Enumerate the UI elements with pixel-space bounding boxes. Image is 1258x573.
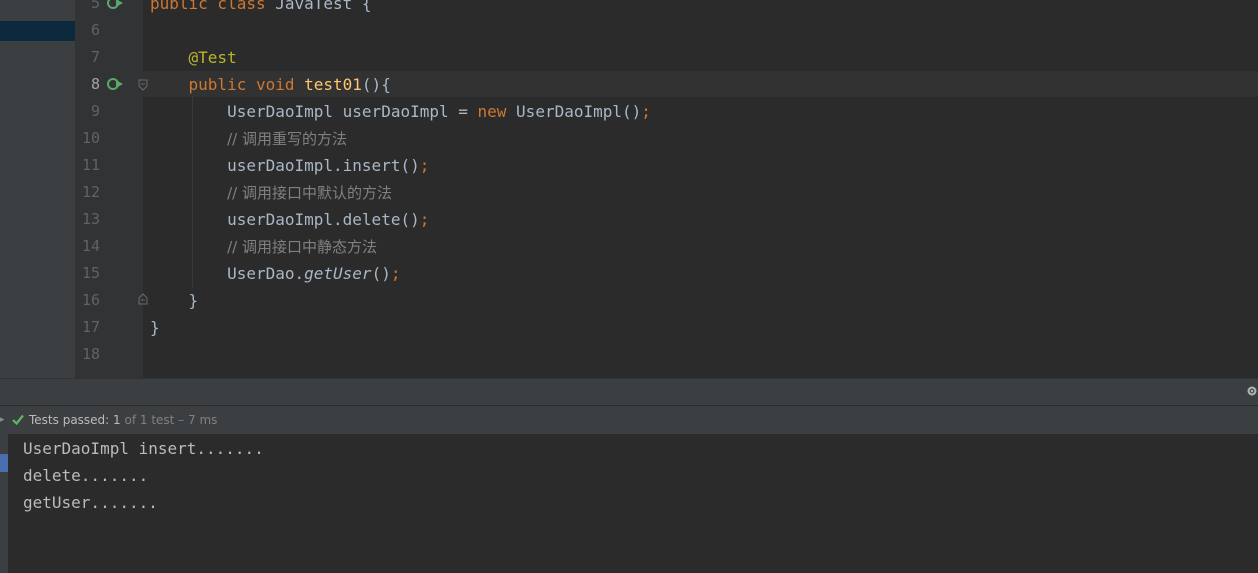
fold-end-marker-icon[interactable] (138, 293, 148, 305)
code-token: ; (390, 264, 401, 283)
line-number: 17 (81, 318, 100, 336)
code-line[interactable]: UserDao.getUser(); (150, 260, 400, 287)
code-line[interactable]: // 调用重写的方法 (150, 125, 347, 153)
code-token: (){ (361, 75, 391, 94)
code-line[interactable]: public void test01(){ (150, 71, 391, 98)
line-number: 7 (90, 48, 100, 66)
test-status-bar: ▸ Tests passed: 1 of 1 test – 7 ms (0, 405, 1258, 435)
code-token: test01 (304, 75, 362, 94)
code-token: userDaoImpl.delete() (150, 210, 420, 229)
run-toolbar (0, 378, 1258, 405)
test-tree-selected[interactable] (0, 454, 8, 472)
code-token: // 调用重写的方法 (227, 130, 347, 148)
collapse-arrow-icon[interactable]: ▸ (0, 406, 5, 434)
code-token: userDaoImpl.insert() (150, 156, 420, 175)
output-line: getUser....... (23, 493, 158, 512)
line-number: 9 (90, 102, 100, 120)
code-token: ; (641, 102, 651, 121)
line-number: 6 (90, 21, 100, 39)
line-number: 14 (81, 237, 100, 255)
line-number: 11 (81, 156, 100, 174)
run-class-icon[interactable] (106, 0, 124, 12)
code-line[interactable]: } (150, 314, 160, 341)
code-token: // 调用接口中静态方法 (227, 238, 377, 256)
code-token: UserDaoImpl() (516, 102, 642, 121)
tests-passed-count: 1 (113, 413, 121, 427)
line-number: 15 (81, 264, 100, 282)
code-token: } (150, 291, 199, 310)
line-number: 18 (81, 345, 100, 363)
line-number: 12 (81, 183, 100, 201)
code-token: @Test (188, 48, 237, 67)
code-line[interactable]: @Test (150, 44, 237, 71)
code-line[interactable]: UserDaoImpl userDaoImpl = new UserDaoImp… (150, 98, 651, 125)
code-token: () (371, 264, 391, 283)
line-number: 8 (90, 75, 100, 93)
code-token: ; (419, 210, 430, 229)
code-line[interactable]: // 调用接口中静态方法 (150, 233, 377, 261)
check-icon (12, 414, 24, 425)
gear-icon[interactable] (1246, 384, 1258, 398)
code-token: UserDaoImpl userDaoImpl = (150, 102, 478, 121)
code-line[interactable]: userDaoImpl.delete(); (150, 206, 429, 233)
code-line[interactable]: // 调用接口中默认的方法 (150, 179, 392, 207)
code-line[interactable]: } (150, 287, 199, 314)
code-token: public class (150, 0, 276, 13)
line-number: 5 (90, 0, 100, 12)
test-tree-strip[interactable] (0, 434, 8, 573)
code-token: public void (188, 75, 305, 94)
code-token: ; (419, 156, 430, 175)
code-line[interactable]: public class JavaTest { (150, 0, 372, 17)
code-token: new (477, 102, 517, 121)
project-selected-item[interactable] (0, 21, 75, 41)
project-panel (0, 0, 75, 378)
run-test-icon[interactable] (106, 75, 124, 93)
code-token: getUser (304, 264, 372, 283)
output-line: delete....... (23, 466, 149, 485)
line-number: 16 (81, 291, 100, 309)
output-line: UserDaoImpl insert....... (23, 439, 264, 458)
code-token: JavaTest { (275, 0, 372, 13)
code-token: } (150, 318, 160, 337)
line-number: 13 (81, 210, 100, 228)
code-token: UserDao. (150, 264, 305, 283)
line-number: 10 (81, 129, 100, 147)
fold-marker-icon[interactable] (138, 79, 148, 91)
code-line[interactable]: userDaoImpl.insert(); (150, 152, 429, 179)
code-token: // 调用接口中默认的方法 (227, 184, 392, 202)
tests-summary: of 1 test – 7 ms (120, 413, 218, 427)
tests-passed-label: Tests passed: (29, 413, 114, 427)
